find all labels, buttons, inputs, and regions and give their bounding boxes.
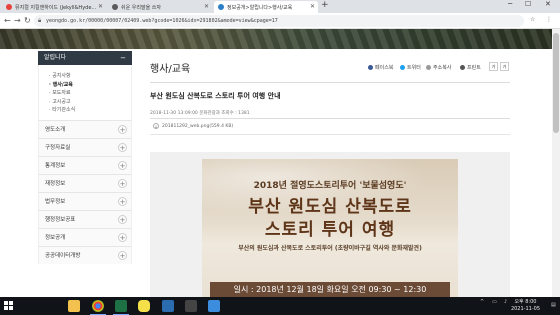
sidebar-item-statistics[interactable]: 통계정보 +	[38, 155, 132, 174]
poster-title-line1: 부산 원도심 산복도로	[248, 197, 412, 217]
poster-container: 2018년 절영도스토리투어 '보물섬영도' 부산 원도심 산복도로 스토리 투…	[150, 152, 510, 297]
sidebar-subitem-other-news[interactable]: · 타기관소식	[49, 106, 131, 115]
link-icon	[426, 65, 431, 70]
expand-icon[interactable]: +	[118, 214, 127, 224]
sidebar-item-archive[interactable]: 구정자료실 +	[38, 137, 132, 156]
share-twitter[interactable]: 트위터	[400, 64, 421, 71]
clock-time: 오후 8:00	[514, 299, 537, 305]
sidebar-subitem-announce[interactable]: · 고시공고	[49, 98, 131, 107]
sidebar-sub-list: · 공지사항 · 행사/교육 · 보도자료 · 고시공고 · 타기관소식	[38, 65, 132, 120]
divider	[150, 118, 510, 119]
font-decrease-button[interactable]: 가	[500, 62, 509, 71]
new-tab-button[interactable]: +	[321, 0, 329, 10]
tab-strip: 뮤지컬 지킬앤하이드 (Jekyll&Hyde... ✕ 쉬운 우리말을 쓰자 …	[0, 0, 560, 13]
font-increase-button[interactable]: 가	[489, 62, 498, 71]
post-title: 부산 원도심 산복도로 스토리 투어 여행 안내	[150, 92, 281, 100]
expand-icon[interactable]: +	[118, 196, 127, 206]
bookmark-star-icon[interactable]: ☆	[530, 16, 535, 23]
divider	[150, 134, 510, 135]
expand-icon[interactable]: +	[118, 178, 127, 188]
tab-close-icon[interactable]: ✕	[204, 3, 209, 10]
maximize-button[interactable]: ☐	[525, 0, 531, 8]
sidebar: 알립니다 − · 공지사항 · 행사/교육 · 보도자료 · 고시공고 · 타기…	[38, 51, 132, 264]
forward-icon[interactable]: →	[14, 16, 21, 25]
app-icon[interactable]	[162, 300, 174, 312]
sidebar-subitem-events[interactable]: · 행사/교육	[49, 81, 131, 90]
expand-icon[interactable]: +	[118, 142, 127, 152]
browser-window: 뮤지컬 지킬앤하이드 (Jekyll&Hyde... ✕ 쉬운 우리말을 쓰자 …	[0, 0, 560, 315]
taskbar: ^ ▭ ♪ 오후 8:00 2021-11-05 ▤	[0, 297, 560, 315]
chrome-icon[interactable]	[90, 300, 106, 315]
app-icon-3[interactable]	[208, 300, 220, 312]
sidebar-item-intro[interactable]: 영도소개 +	[38, 119, 132, 138]
tab-events-education[interactable]: 정보공개>알립니다>행사/교육 ✕	[214, 1, 318, 13]
download-icon: ↓	[153, 123, 159, 129]
browser-toolbar: ← → ↻ yeongdo.go.kr/00000/00007/02409.we…	[0, 13, 560, 29]
web-page: 알립니다 − · 공지사항 · 행사/교육 · 보도자료 · 고시공고 · 타기…	[0, 29, 552, 297]
tab-jekyll[interactable]: 뮤지컬 지킬앤하이드 (Jekyll&Hyde... ✕	[2, 1, 106, 13]
tab-label: 뮤지컬 지킬앤하이드 (Jekyll&Hyde...	[15, 4, 97, 11]
tab-close-icon[interactable]: ✕	[310, 3, 315, 10]
minimize-button[interactable]: ─	[508, 0, 512, 8]
tab-favicon-icon	[112, 4, 118, 10]
expand-icon[interactable]: +	[118, 232, 127, 242]
expand-icon[interactable]: +	[118, 250, 127, 260]
system-clock[interactable]: 오후 8:00 2021-11-05	[511, 299, 540, 313]
expand-icon[interactable]: +	[118, 124, 127, 134]
sidebar-item-disclosure-pub[interactable]: 행정정보공표 +	[38, 209, 132, 228]
poster-description: 부산의 원도심과 산복도로 스토리투어 (초량이바구길 역사와 문화재발견)	[238, 245, 422, 252]
print-icon	[460, 65, 465, 70]
poster-title-line2: 스토리 투어 여행	[264, 220, 396, 240]
sidebar-item-open-data[interactable]: 공공데이터개방 +	[38, 245, 132, 264]
tab-label: 쉬운 우리말을 쓰자	[121, 4, 161, 11]
notification-icon[interactable]: ▤	[551, 302, 556, 308]
share-facebook[interactable]: 페이스북	[368, 64, 393, 71]
clock-date: 2021-11-05	[510, 306, 540, 312]
close-window-button[interactable]: ✕	[545, 0, 551, 8]
sidebar-subitem-notice[interactable]: · 공지사항	[49, 72, 131, 81]
tray-arrow-icon[interactable]: ^	[480, 299, 484, 305]
tab-favicon-icon	[6, 4, 12, 10]
sidebar-header[interactable]: 알립니다 −	[38, 51, 132, 65]
address-bar[interactable]: yeongdo.go.kr/00000/00007/02409.web?gcod…	[34, 15, 524, 27]
folder-icon[interactable]	[68, 300, 80, 312]
twitter-icon	[400, 65, 405, 70]
sidebar-subitem-press[interactable]: · 보도자료	[49, 89, 131, 98]
header-banner-image	[0, 29, 552, 49]
post-meta: 2018-11-30 13:09:00 문화관광과 조회수 : 1381	[150, 111, 250, 116]
page-title: 행사/교육	[150, 64, 191, 75]
excel-icon[interactable]	[113, 300, 129, 315]
tab-label: 정보공개>알립니다>행사/교육	[227, 4, 293, 11]
tab-close-icon[interactable]: ✕	[98, 3, 103, 10]
sidebar-item-finance[interactable]: 재정정보 +	[38, 173, 132, 192]
print-button[interactable]: 프린트	[460, 64, 481, 71]
tab-easy-korean[interactable]: 쉬운 우리말을 쓰자 ✕	[108, 1, 212, 13]
scrollbar-thumb[interactable]	[553, 33, 559, 133]
poster-subtitle: 2018년 절영도스토리투어 '보물섬영도'	[253, 181, 407, 191]
divider	[150, 82, 510, 83]
back-icon[interactable]: ←	[4, 16, 11, 25]
network-icon[interactable]: ▭	[492, 299, 497, 305]
menu-icon[interactable]: ⋮	[546, 16, 552, 23]
poster-date: 일시 : 2018년 12월 18일 화요일 오전 09:30 ~ 12:30	[210, 282, 450, 297]
sidebar-header-label: 알립니다	[44, 54, 67, 61]
facebook-icon	[368, 65, 373, 70]
sidebar-item-info-disclosure[interactable]: 정보공개 +	[38, 227, 132, 246]
kakaotalk-icon[interactable]	[138, 300, 150, 312]
expand-icon[interactable]: +	[118, 160, 127, 170]
lock-icon[interactable]: 🔒︎	[38, 17, 41, 25]
sidebar-item-legal[interactable]: 법무정보 +	[38, 191, 132, 210]
tab-favicon-icon	[218, 4, 224, 10]
event-poster-image: 2018년 절영도스토리투어 '보물섬영도' 부산 원도심 산복도로 스토리 투…	[202, 159, 458, 297]
app-icon-2[interactable]	[185, 300, 197, 312]
volume-icon[interactable]: ♪	[504, 299, 507, 305]
reload-icon[interactable]: ↻	[24, 16, 31, 25]
copy-url-button[interactable]: 주소복사	[426, 64, 451, 71]
windows-start-icon[interactable]	[4, 301, 14, 311]
collapse-icon[interactable]: −	[120, 51, 126, 65]
attachment-link[interactable]: ↓ 201811292_web.png(559.4 KB)	[153, 123, 233, 129]
